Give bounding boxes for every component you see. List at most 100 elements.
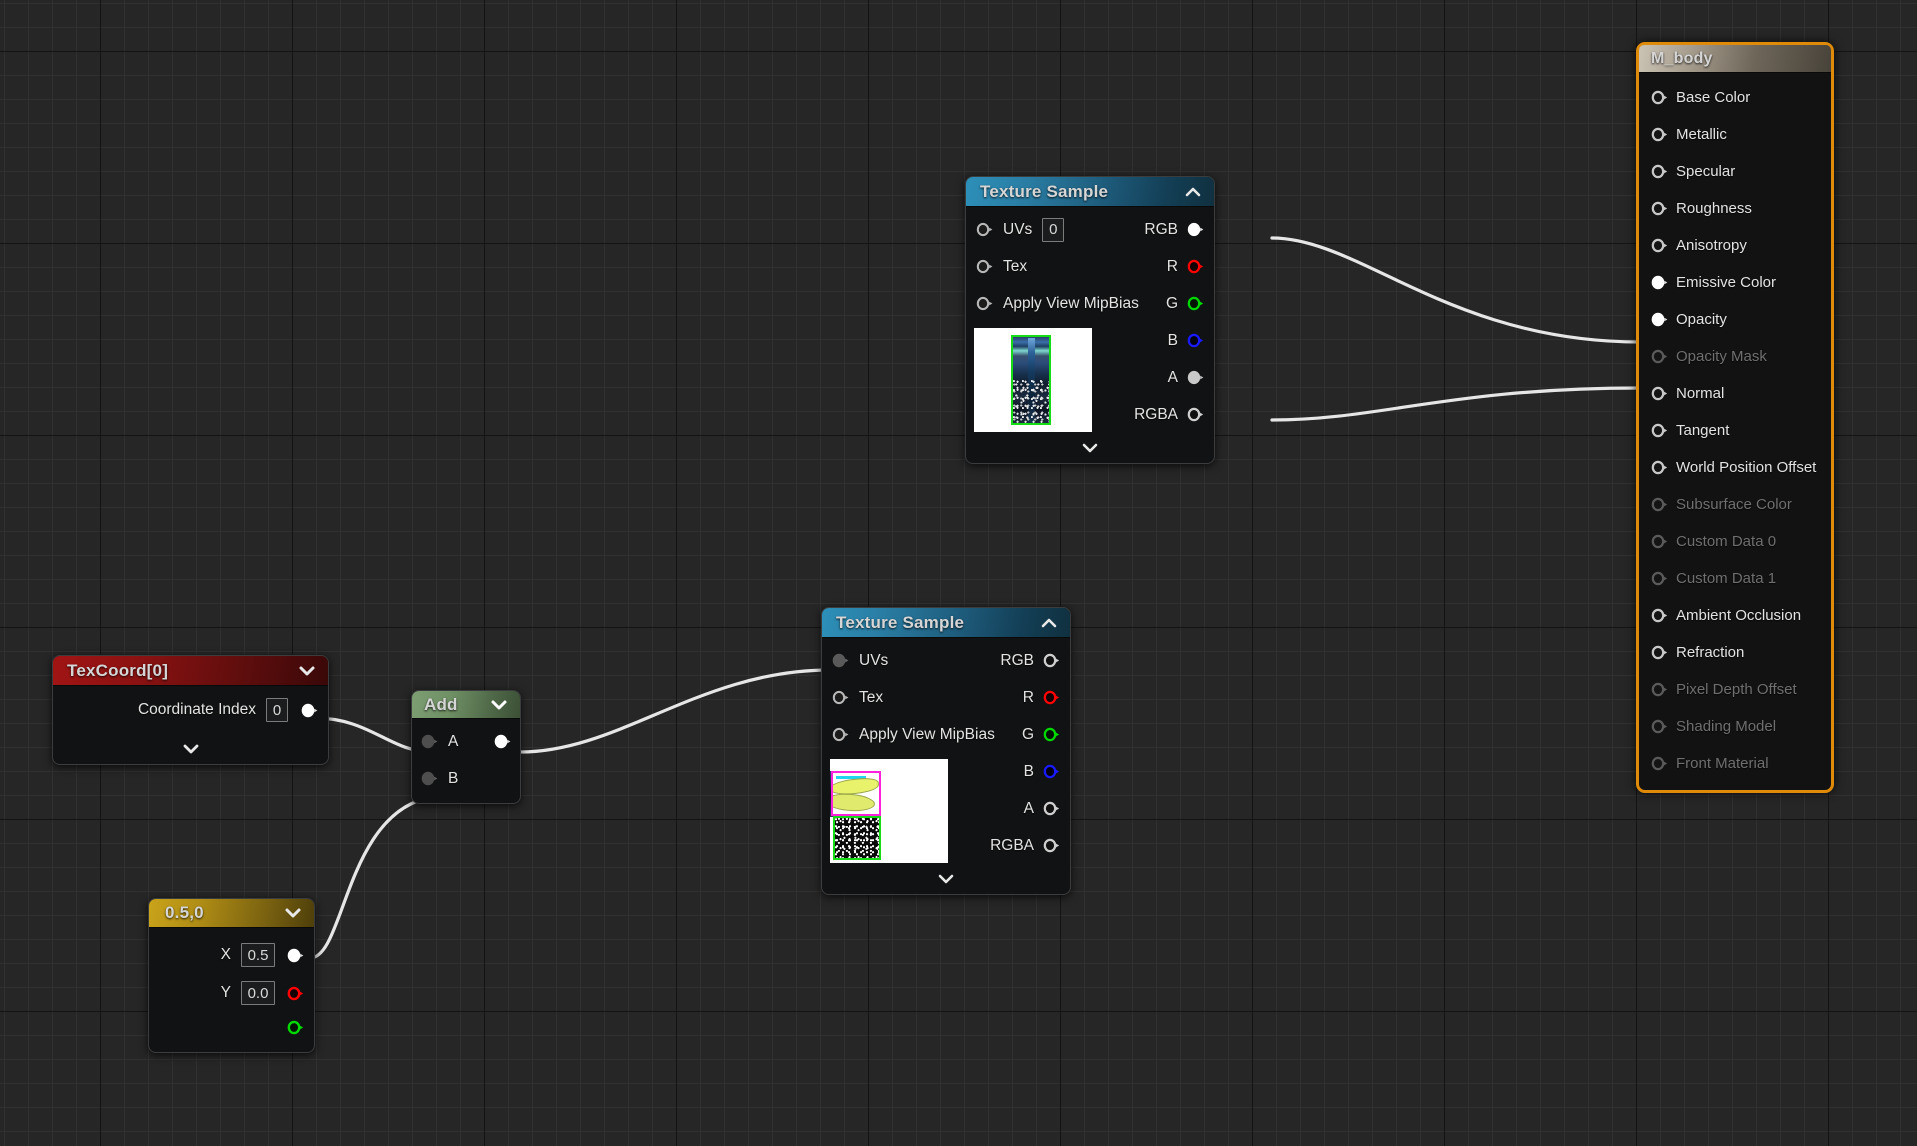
input-row-tex[interactable]: Tex <box>966 248 1128 285</box>
value-coordinate-index[interactable]: 0 <box>266 698 288 722</box>
output-pin-g[interactable] <box>1043 726 1060 743</box>
expand-chevron-down-icon-2[interactable] <box>822 864 1070 894</box>
input-pin-subsurface-color[interactable] <box>1651 496 1668 513</box>
input-value-uvs[interactable]: 0 <box>1042 217 1065 242</box>
node-add[interactable]: Add A B <box>411 690 521 804</box>
output-pin-constant[interactable] <box>287 947 304 964</box>
expand-chevron-down-icon-texcoord[interactable] <box>53 734 328 764</box>
output-row-rgba[interactable]: RGBA <box>984 827 1060 864</box>
texture-thumbnail-1[interactable] <box>974 328 1092 432</box>
output-pin-b[interactable] <box>1043 763 1060 780</box>
input-row-b[interactable]: B <box>412 760 520 797</box>
material-pin-custom-data-1[interactable]: Custom Data 1 <box>1639 560 1831 597</box>
input-pin-a[interactable] <box>421 733 438 750</box>
output-pin-g[interactable] <box>287 1019 304 1036</box>
input-pin-base-color[interactable] <box>1651 89 1668 106</box>
chevron-up-icon[interactable] <box>1040 614 1058 632</box>
output-pin-add[interactable] <box>494 733 511 750</box>
input-pin-uvs[interactable] <box>976 221 993 238</box>
input-pin-metallic[interactable] <box>1651 126 1668 143</box>
material-pin-pixel-depth-offset[interactable]: Pixel Depth Offset <box>1639 671 1831 708</box>
input-pin-roughness[interactable] <box>1651 200 1668 217</box>
input-row-apply-view-mipbias[interactable]: Apply View MipBias <box>822 716 995 753</box>
input-pin-pixel-depth-offset[interactable] <box>1651 681 1668 698</box>
output-pin-rgb[interactable] <box>1187 221 1204 238</box>
output-row-rgba[interactable]: RGBA <box>1128 396 1204 433</box>
material-pin-ambient-occlusion[interactable]: Ambient Occlusion <box>1639 597 1831 634</box>
output-row-r[interactable]: R <box>1128 248 1204 285</box>
material-graph-canvas[interactable]: Texture Sample UVs 0 Tex Apply View MipB… <box>0 0 1917 1146</box>
chevron-up-icon[interactable] <box>1184 183 1202 201</box>
output-row-rgb[interactable]: RGB <box>1128 211 1204 248</box>
node-texcoord[interactable]: TexCoord[0] Coordinate Index 0 <box>52 655 329 765</box>
material-pin-specular[interactable]: Specular <box>1639 153 1831 190</box>
output-pin-r[interactable] <box>287 985 304 1002</box>
output-pin-a[interactable] <box>1043 800 1060 817</box>
material-pin-anisotropy[interactable]: Anisotropy <box>1639 227 1831 264</box>
input-pin-custom-data-1[interactable] <box>1651 570 1668 587</box>
input-pin-shading-model[interactable] <box>1651 718 1668 735</box>
material-pin-tangent[interactable]: Tangent <box>1639 412 1831 449</box>
row-y[interactable]: Y 0.0 <box>149 974 314 1012</box>
output-pin-r[interactable] <box>1187 258 1204 275</box>
material-pin-emissive-color[interactable]: Emissive Color <box>1639 264 1831 301</box>
node-header-texcoord[interactable]: TexCoord[0] <box>53 656 328 686</box>
output-pin-g[interactable] <box>1187 295 1204 312</box>
node-header-constant[interactable]: 0.5,0 <box>149 899 314 928</box>
input-pin-tex[interactable] <box>976 258 993 275</box>
material-pin-normal[interactable]: Normal <box>1639 375 1831 412</box>
input-pin-refraction[interactable] <box>1651 644 1668 661</box>
input-pin-normal[interactable] <box>1651 385 1668 402</box>
output-row-r[interactable]: R <box>984 679 1060 716</box>
material-pin-metallic[interactable]: Metallic <box>1639 116 1831 153</box>
output-row-b[interactable]: B <box>1128 322 1204 359</box>
input-pin-tangent[interactable] <box>1651 422 1668 439</box>
output-row-a[interactable]: A <box>984 790 1060 827</box>
material-pin-front-material[interactable]: Front Material <box>1639 745 1831 782</box>
chevron-down-icon[interactable] <box>284 904 302 922</box>
output-row-a[interactable]: A <box>1128 359 1204 396</box>
chevron-down-icon[interactable] <box>298 662 316 680</box>
input-pin-opacity-mask[interactable] <box>1651 348 1668 365</box>
node-header-texture-sample-1[interactable]: Texture Sample <box>966 177 1214 207</box>
input-pin-apply-view-mipbias[interactable] <box>832 726 849 743</box>
material-pin-base-color[interactable]: Base Color <box>1639 79 1831 116</box>
input-row-uvs[interactable]: UVs 0 <box>966 211 1128 248</box>
input-pin-ambient-occlusion[interactable] <box>1651 607 1668 624</box>
output-row-rgb[interactable]: RGB <box>984 642 1060 679</box>
input-row-uvs[interactable]: UVs <box>822 642 984 679</box>
input-pin-emissive-color[interactable] <box>1651 274 1668 291</box>
material-pin-refraction[interactable]: Refraction <box>1639 634 1831 671</box>
material-pin-subsurface-color[interactable]: Subsurface Color <box>1639 486 1831 523</box>
row-x[interactable]: X 0.5 <box>149 936 314 974</box>
row-coordinate-index[interactable]: Coordinate Index 0 <box>53 686 328 734</box>
node-constant-vector2[interactable]: 0.5,0 X 0.5 Y 0.0 <box>148 898 315 1053</box>
input-pin-apply-view-mipbias[interactable] <box>976 295 993 312</box>
output-row-g[interactable]: G <box>1128 285 1204 322</box>
node-header-add[interactable]: Add <box>412 691 520 719</box>
material-pin-roughness[interactable]: Roughness <box>1639 190 1831 227</box>
output-row-g[interactable]: G <box>984 716 1060 753</box>
node-material-output[interactable]: M_body Base Color Metallic Specular Roug… <box>1636 42 1834 793</box>
node-header-texture-sample-2[interactable]: Texture Sample <box>822 608 1070 638</box>
node-header-material-output[interactable]: M_body <box>1639 45 1831 73</box>
output-row-b[interactable]: B <box>984 753 1060 790</box>
input-pin-uvs[interactable] <box>832 652 849 669</box>
output-pin-texcoord[interactable] <box>301 702 318 719</box>
input-pin-specular[interactable] <box>1651 163 1668 180</box>
input-pin-anisotropy[interactable] <box>1651 237 1668 254</box>
output-pin-a[interactable] <box>1187 369 1204 386</box>
material-pin-opacity[interactable]: Opacity <box>1639 301 1831 338</box>
material-pin-opacity-mask[interactable]: Opacity Mask <box>1639 338 1831 375</box>
input-row-tex[interactable]: Tex <box>822 679 984 716</box>
material-pin-world-position-offset[interactable]: World Position Offset <box>1639 449 1831 486</box>
expand-chevron-down-icon-1[interactable] <box>966 433 1214 463</box>
material-pin-shading-model[interactable]: Shading Model <box>1639 708 1831 745</box>
value-x[interactable]: 0.5 <box>241 943 275 967</box>
node-texture-sample-2[interactable]: Texture Sample UVs Tex Apply View MipBia… <box>821 607 1071 895</box>
input-pin-front-material[interactable] <box>1651 755 1668 772</box>
node-texture-sample-1[interactable]: Texture Sample UVs 0 Tex Apply View MipB… <box>965 176 1215 464</box>
input-row-a[interactable]: A <box>412 723 520 760</box>
input-row-apply-view-mipbias[interactable]: Apply View MipBias <box>966 285 1139 322</box>
output-pin-rgb[interactable] <box>1043 652 1060 669</box>
